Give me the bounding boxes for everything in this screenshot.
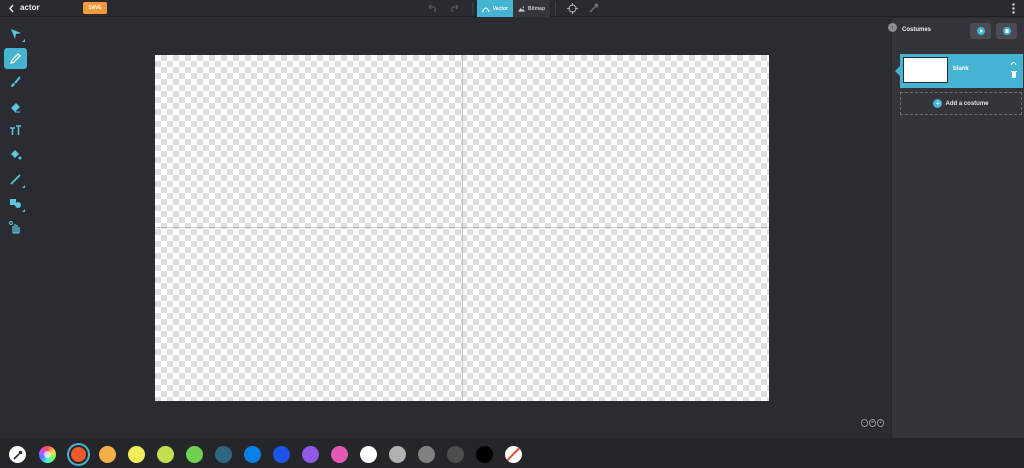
shapes-tool-button[interactable] — [4, 193, 27, 214]
eyedropper-button[interactable] — [9, 446, 26, 463]
paint-bucket-icon — [11, 150, 22, 160]
horizontal-guide — [155, 227, 769, 228]
trash-icon[interactable] — [1009, 70, 1018, 78]
costume-name: blank — [953, 66, 969, 72]
page-title: actor — [20, 3, 40, 12]
save-button[interactable]: SAVE — [83, 2, 107, 14]
color-wheel-button[interactable] — [39, 446, 56, 463]
color-swatch[interactable] — [215, 446, 232, 463]
drawing-canvas[interactable] — [155, 55, 769, 401]
duplicate-icon[interactable] — [1009, 59, 1018, 67]
bitmap-mode-label: Bitmap — [528, 5, 545, 12]
pencil-tool-button[interactable] — [4, 48, 27, 69]
vector-mode-button[interactable]: Vector — [477, 0, 513, 17]
fill-tool-button[interactable] — [4, 144, 27, 165]
add-costume-label: Add a costume — [945, 100, 989, 107]
vertical-guide — [462, 55, 463, 401]
color-swatch[interactable] — [67, 443, 90, 466]
import-icon — [1002, 27, 1011, 35]
color-swatch[interactable] — [186, 446, 203, 463]
zoom-controls: − = + — [861, 419, 885, 428]
line-icon — [10, 174, 21, 185]
brush-icon — [11, 76, 21, 87]
shapes-icon — [10, 199, 21, 208]
divider — [472, 2, 473, 15]
submenu-corner-icon — [22, 39, 25, 42]
line-tool-button[interactable] — [4, 169, 27, 190]
tool-bar — [0, 18, 31, 438]
color-swatch[interactable] — [476, 446, 493, 463]
magic-wand-icon[interactable] — [587, 2, 601, 14]
zoom-out-icon[interactable]: − — [861, 419, 868, 427]
add-costume-button[interactable]: + Add a costume — [900, 92, 1022, 115]
text-tool-button[interactable] — [4, 120, 27, 141]
top-bar: actor SAVE Vector Bitmap — [0, 0, 1024, 17]
submenu-corner-icon — [22, 185, 25, 188]
submenu-corner-icon — [22, 209, 25, 212]
color-swatch[interactable] — [273, 446, 290, 463]
color-swatch[interactable] — [389, 446, 406, 463]
pencil-icon — [9, 53, 21, 65]
color-swatch[interactable] — [244, 446, 261, 463]
vector-icon — [482, 7, 490, 12]
divider — [555, 2, 556, 15]
panel-title: Costumes — [902, 27, 932, 33]
back-chevron-icon[interactable] — [5, 2, 17, 14]
redo-icon[interactable] — [447, 2, 461, 14]
select-tool-button[interactable] — [4, 23, 27, 44]
zoom-reset-icon[interactable]: = — [869, 419, 876, 427]
play-button[interactable] — [970, 23, 991, 39]
costumes-panel: Costumes blank + Add a costume — [891, 18, 1024, 438]
costume-item[interactable]: blank — [895, 54, 1023, 88]
vector-mode-label: Vector — [492, 5, 508, 12]
color-swatch[interactable] — [157, 446, 174, 463]
crosshair-icon[interactable] — [565, 2, 579, 14]
no-color-swatch[interactable] — [505, 446, 522, 463]
eraser-tool-button[interactable] — [4, 96, 27, 117]
zoom-in-icon[interactable]: + — [877, 419, 884, 427]
color-swatch[interactable] — [128, 446, 145, 463]
selected-arrow-icon — [895, 66, 900, 76]
hand-tool-button[interactable] — [4, 217, 27, 238]
import-button[interactable] — [996, 23, 1017, 39]
bitmap-icon — [518, 6, 526, 12]
color-swatch[interactable] — [418, 446, 435, 463]
collapse-panel-icon[interactable]: › — [888, 23, 897, 32]
eyedropper-icon — [12, 450, 22, 460]
plus-icon: + — [933, 99, 943, 108]
color-swatch[interactable] — [331, 446, 348, 463]
arrow-cursor-icon — [10, 28, 21, 39]
costume-thumbnail — [903, 57, 948, 83]
bitmap-mode-button[interactable]: Bitmap — [513, 0, 550, 17]
color-swatch[interactable] — [447, 446, 464, 463]
text-icon — [10, 125, 21, 135]
play-icon — [976, 27, 985, 35]
color-swatch[interactable] — [99, 446, 116, 463]
work-area: − = + — [31, 18, 891, 438]
more-options-icon[interactable] — [1006, 2, 1020, 14]
hand-icon — [9, 221, 20, 234]
undo-icon[interactable] — [426, 2, 440, 14]
color-palette — [0, 438, 1024, 468]
brush-tool-button[interactable] — [4, 72, 27, 93]
color-swatch[interactable] — [360, 446, 377, 463]
color-swatch[interactable] — [302, 446, 319, 463]
eraser-icon — [11, 103, 20, 113]
